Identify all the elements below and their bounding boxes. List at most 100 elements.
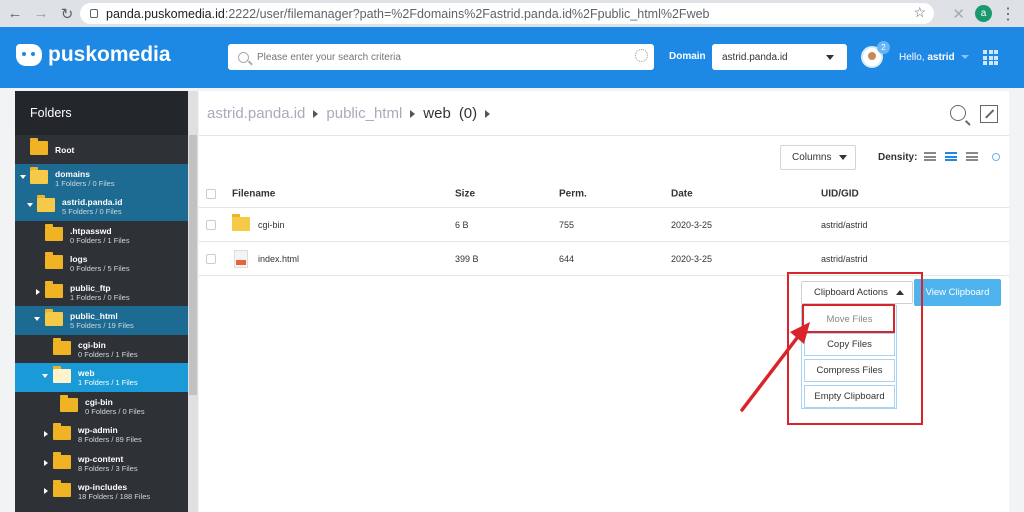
col-perm[interactable]: Perm. [559,188,587,199]
tree-item-label: cgi-bin [78,339,106,350]
folder-open-icon [45,309,63,326]
tree-item-logs[interactable]: logs 0 Folders / 5 Files [15,249,198,278]
refresh-icon[interactable] [992,153,1000,161]
url-host: panda.puskomedia.id [106,6,225,21]
tree-item-info: 1 Folders / 0 Files [70,292,130,302]
tree-item-label: public_ftp [70,282,111,293]
tree-item-public-ftp[interactable]: public_ftp 1 Folders / 0 Files [15,277,198,306]
breadcrumb-current: web [423,105,451,122]
breadcrumb-count: (0) [458,105,478,122]
browser-toolbar: ← → ↻ panda.puskomedia.id:2222/user/file… [0,0,1024,27]
cell-filename[interactable]: cgi-bin [258,220,285,230]
row-checkbox[interactable] [206,219,216,230]
search-input[interactable] [257,51,617,63]
tree-item-label: astrid.panda.id [62,197,123,207]
address-bar[interactable]: panda.puskomedia.id:2222/user/filemanage… [80,3,934,24]
table-header: Filename Size Perm. Date UID/GID [199,180,1009,208]
reload-icon[interactable]: ↻ [56,3,78,25]
extension-icon[interactable]: ✕ [952,5,965,23]
col-filename[interactable]: Filename [232,188,275,199]
tree-item-wp-content[interactable]: wp-content 8 Folders / 3 Files [15,448,198,477]
col-date[interactable]: Date [671,188,693,199]
global-search [228,44,654,70]
chevron-right-icon[interactable] [485,109,491,118]
col-size[interactable]: Size [455,188,475,199]
folder-open-icon [30,166,48,184]
tree-item-label: wp-content [78,453,124,464]
notification-badge[interactable]: 2 [877,41,890,54]
breadcrumb-item[interactable]: astrid.panda.id [207,105,305,122]
user-menu[interactable]: Hello, astrid [899,52,969,63]
select-all-checkbox[interactable] [206,188,216,199]
tree-item-info: 1 Folders / 1 Files [78,378,138,387]
col-uid-gid[interactable]: UID/GID [821,188,859,199]
tree-item-wp-includes[interactable]: wp-includes 18 Folders / 188 Files [15,477,198,506]
density-comfortable-icon[interactable] [966,152,978,162]
chevron-down-icon[interactable] [27,203,33,207]
fullscreen-icon[interactable] [980,105,998,123]
cell-perm: 755 [559,219,575,230]
search-settings-icon[interactable] [635,49,648,62]
tree-item-web[interactable]: web 1 Folders / 1 Files [15,363,198,392]
divider [199,135,1009,136]
chevron-down-icon[interactable] [42,374,48,378]
chevron-right-icon[interactable] [44,459,48,466]
cell-filename[interactable]: index.html [258,254,299,264]
row-checkbox[interactable] [206,253,216,264]
tree-item-cgi-bin[interactable]: cgi-bin 0 Folders / 1 Files [15,334,198,363]
domain-select[interactable]: astrid.panda.id [712,44,847,70]
tree-item-label: Root [55,145,75,155]
chevron-right-icon [410,109,416,118]
chevron-right-icon[interactable] [44,431,48,437]
table-row[interactable]: index.html 399 B 644 2020-3-25 astrid/as… [199,242,1009,276]
folder-icon [53,423,71,440]
bookmark-star-icon[interactable]: ☆ [913,4,926,21]
cell-size: 6 B [455,219,469,230]
cell-perm: 644 [559,253,575,264]
tree-item-info: 0 Folders / 5 Files [70,264,130,273]
folder-open-icon [53,366,71,383]
tree-item-info: 0 Folders / 1 Files [70,235,130,245]
cell-uid-gid: astrid/astrid [821,253,868,264]
tree-item-astrid-panda-id[interactable]: astrid.panda.id 5 Folders / 0 Files [15,192,198,221]
tree-item-web-cgi-bin[interactable]: cgi-bin 0 Folders / 0 Files [15,391,198,420]
chevron-down-icon[interactable] [20,174,26,179]
breadcrumb-item[interactable]: public_html [326,105,402,122]
url-path: :2222/user/filemanager?path=%2Fdomains%2… [224,6,710,21]
apps-grid-icon[interactable] [983,50,998,65]
sidebar-scroll-thumb[interactable] [189,135,197,395]
app-header: puskomedia Domain astrid.panda.id 2 Hell… [0,27,1024,88]
view-clipboard-button[interactable]: View Clipboard [914,279,1001,306]
tree-item-wp-admin[interactable]: wp-admin 8 Folders / 89 Files [15,420,198,449]
cell-uid-gid: astrid/astrid [821,219,868,230]
breadcrumb: astrid.panda.id public_html web (0) [207,105,498,122]
forward-icon[interactable]: → [30,3,52,25]
cell-date: 2020-3-25 [671,253,713,264]
tree-item-domains[interactable]: domains 1 Folders / 0 Files [15,163,198,192]
density-compact-icon[interactable] [924,152,936,162]
chevron-down-icon[interactable] [34,317,40,321]
tree-item-htpasswd[interactable]: .htpasswd 0 Folders / 1 Files [15,220,198,249]
density-normal-icon[interactable] [945,152,957,162]
annotation-arrow-icon [740,322,810,412]
columns-button[interactable]: Columns [780,145,856,170]
tree-item-info: 8 Folders / 3 Files [78,463,138,473]
brand-logo[interactable]: puskomedia [16,43,171,67]
profile-avatar[interactable]: a [975,5,992,22]
folder-icon [53,337,71,355]
browser-menu-icon[interactable]: ⋮ [1000,4,1016,24]
cell-size: 399 B [455,253,479,264]
tree-item-public-html[interactable]: public_html 5 Folders / 19 Files [15,306,198,335]
search-icon[interactable] [950,105,966,121]
hello-user: astrid [927,52,955,63]
chevron-right-icon[interactable] [44,488,48,494]
tree-item-root[interactable]: Root [15,135,198,164]
chevron-right-icon[interactable] [36,288,40,295]
folder-icon [30,138,48,155]
tree-item-info: 5 Folders / 19 Files [70,321,134,330]
folder-icon [53,480,71,497]
tree-item-info: 1 Folders / 0 Files [55,178,115,188]
folder-icon [232,213,250,231]
back-icon[interactable]: ← [4,3,26,25]
table-row[interactable]: cgi-bin 6 B 755 2020-3-25 astrid/astrid [199,208,1009,242]
